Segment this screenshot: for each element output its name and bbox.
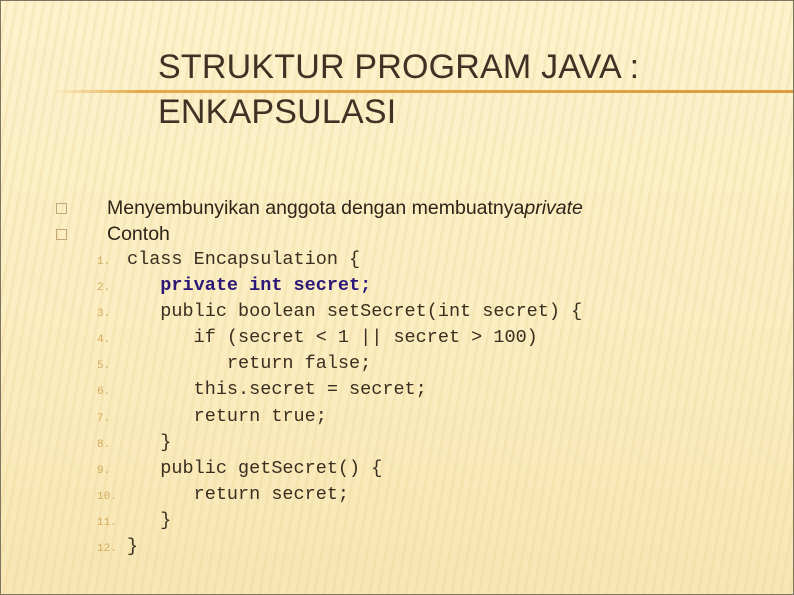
code-text: private int secret; <box>127 275 372 297</box>
line-number: 10. <box>97 490 117 503</box>
code-text: return false; <box>127 353 372 375</box>
line-number: 9. <box>97 464 111 477</box>
code-text: public getSecret() { <box>127 457 383 479</box>
code-text: } <box>127 431 172 453</box>
line-number: 1. <box>97 256 111 268</box>
square-bullet-icon <box>56 229 67 240</box>
code-text: return true; <box>127 405 327 427</box>
code-text: public boolean setSecret(int secret) { <box>127 301 583 323</box>
line-number: 8. <box>97 438 111 451</box>
code-text: return secret; <box>127 483 350 505</box>
line-number: 11. <box>97 516 117 529</box>
slide: STRUKTUR PROGRAM JAVA : ENKAPSULASI Meny… <box>0 0 794 595</box>
bullet-item: Menyembunyikan anggota dengan membuatnya… <box>39 197 583 220</box>
line-number: 5. <box>97 360 111 373</box>
line-number: 3. <box>97 308 111 321</box>
line-number: 7. <box>97 412 111 425</box>
bullet-text: Contoh <box>107 223 170 245</box>
code-text: this.secret = secret; <box>127 379 427 401</box>
title-divider <box>51 90 793 93</box>
code-text: } <box>127 536 139 558</box>
square-bullet-icon <box>56 203 67 214</box>
line-number: 6. <box>97 386 111 399</box>
line-number: 12. <box>97 543 117 556</box>
code-text: } <box>127 509 172 531</box>
bullet-emphasis: private <box>524 197 583 219</box>
code-text: class Encapsulation { <box>127 249 361 270</box>
bullet-item: Contoh <box>39 223 170 246</box>
line-number: 4. <box>97 334 111 347</box>
bullet-text: Menyembunyikan anggota dengan membuatnya <box>107 197 525 219</box>
code-text: if (secret < 1 || secret > 100) <box>127 327 538 349</box>
line-number: 2. <box>97 282 111 295</box>
